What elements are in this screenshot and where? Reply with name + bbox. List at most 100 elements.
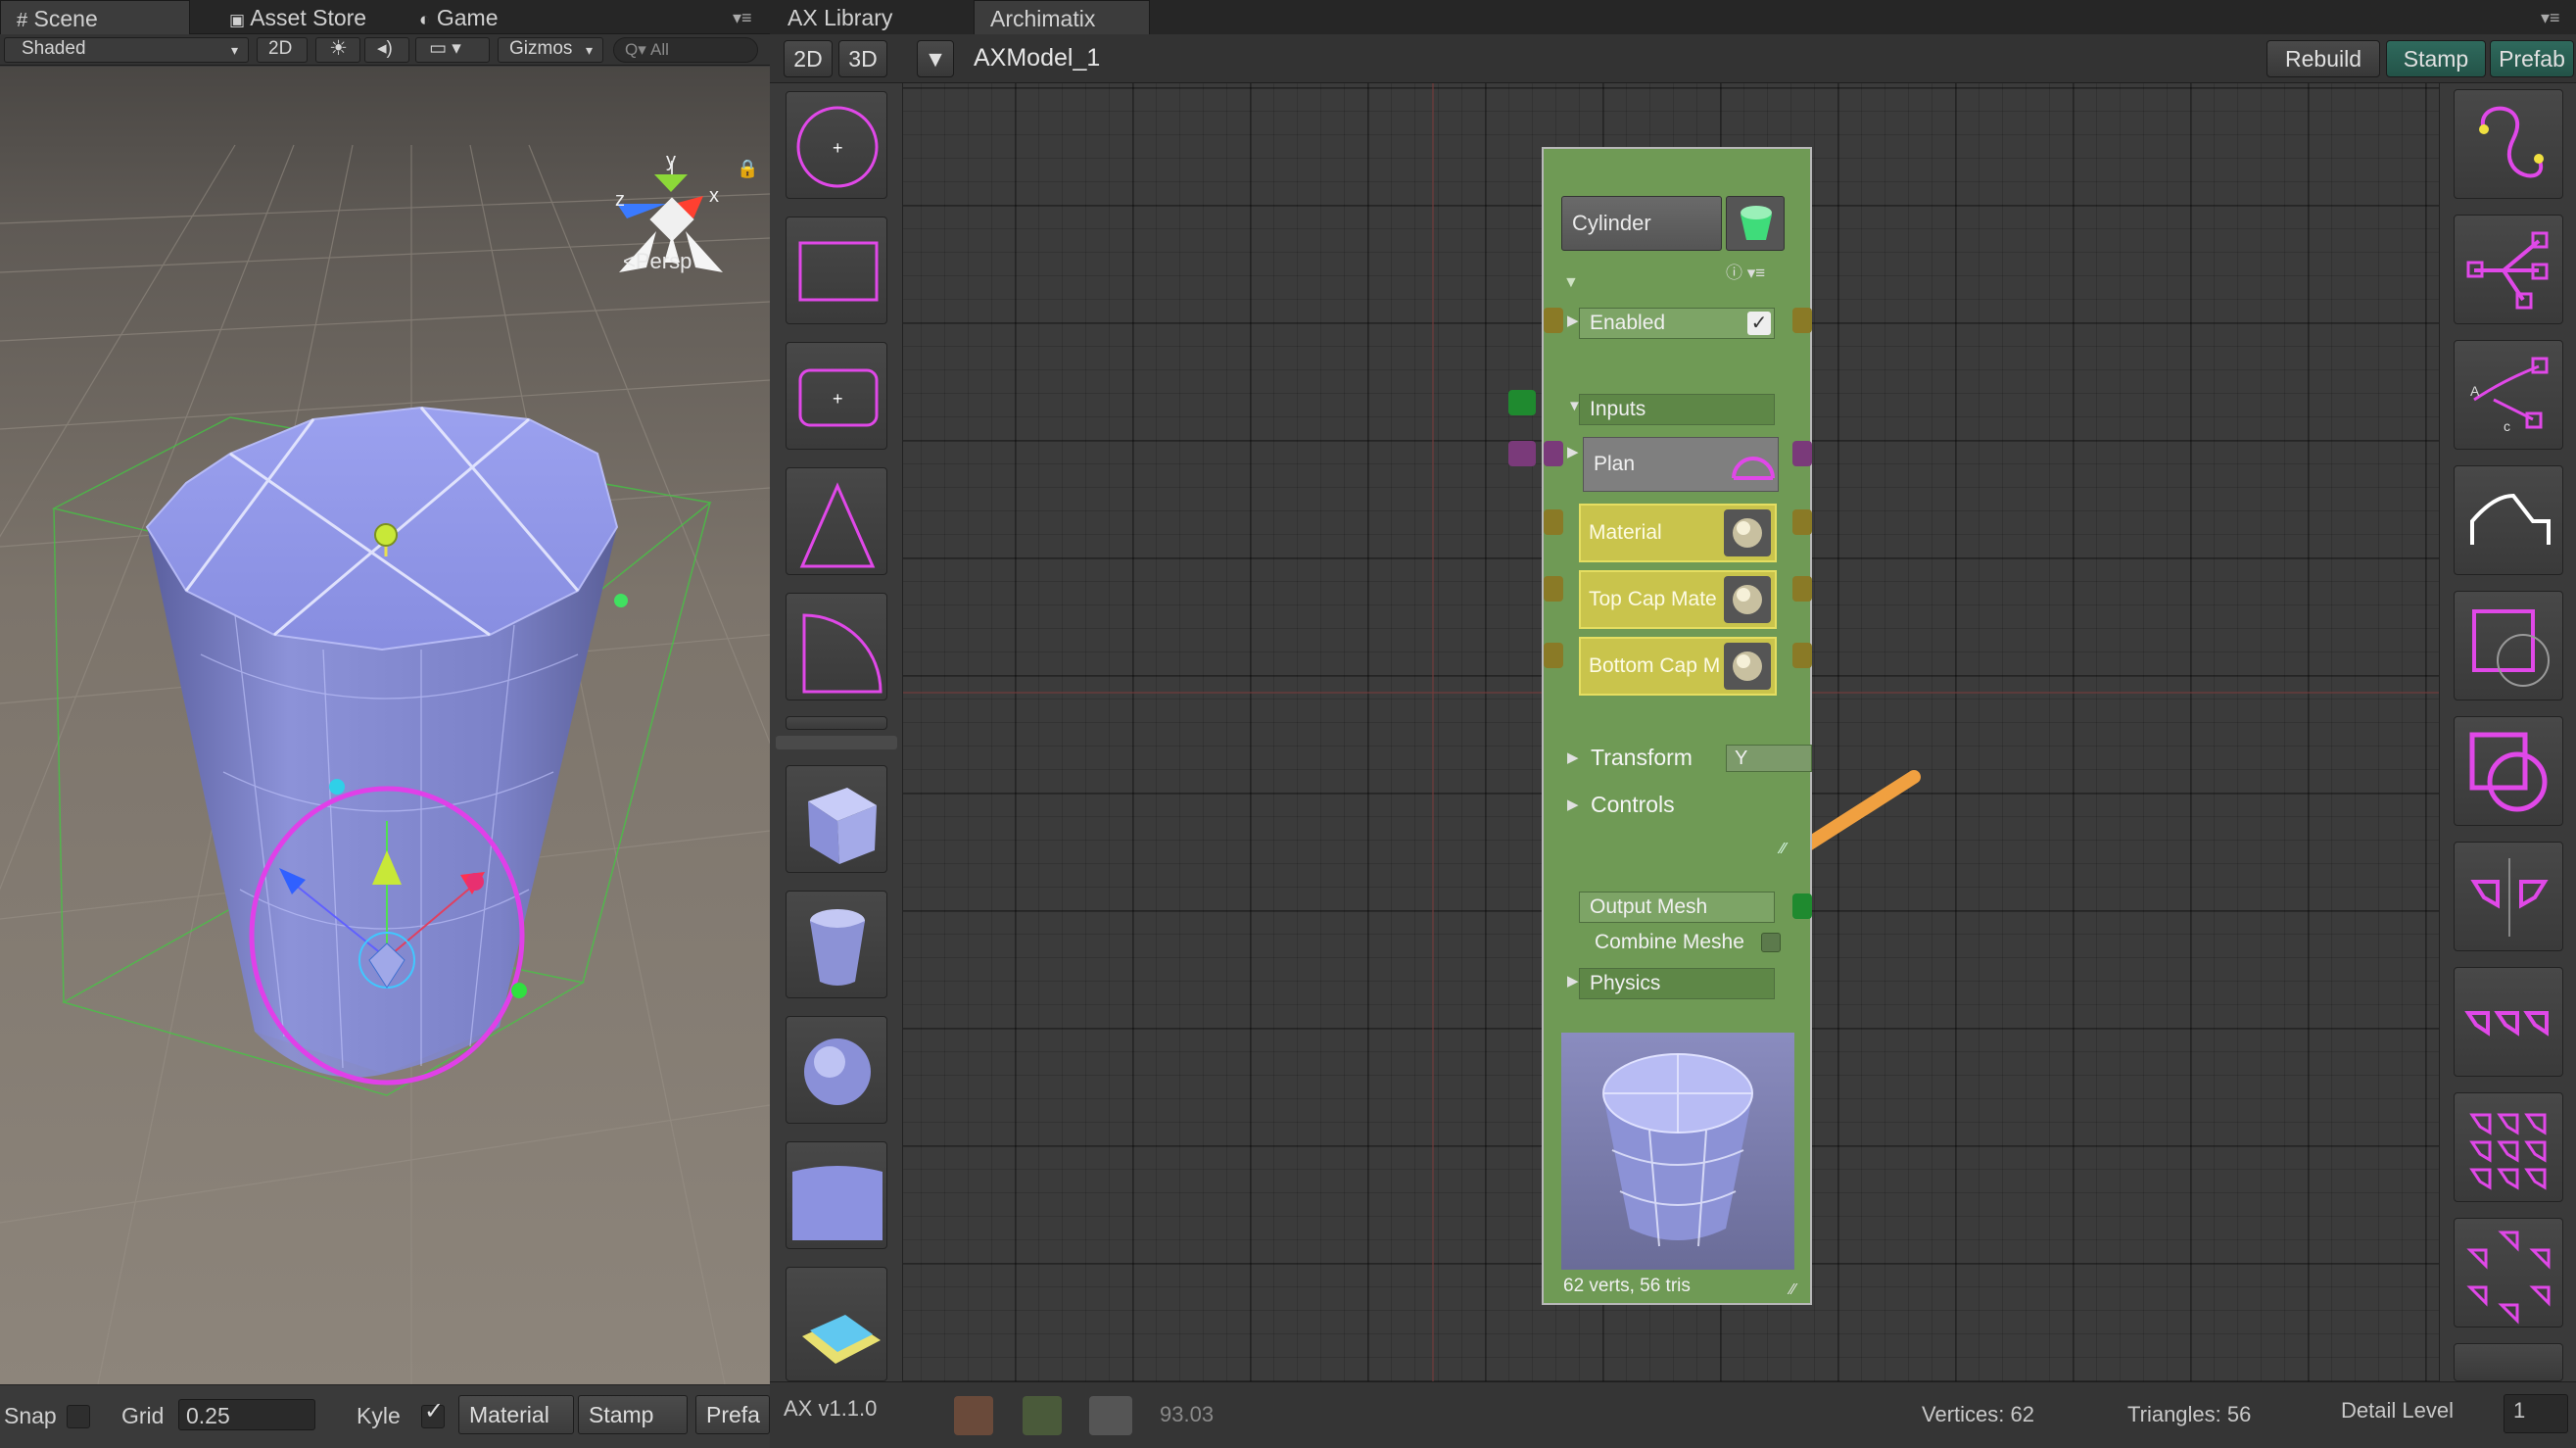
enabled-checkbox[interactable]: ✓ (1747, 312, 1771, 335)
triangle-tool[interactable] (786, 467, 887, 575)
rounded-rectangle-tool[interactable]: + (786, 342, 887, 450)
more-operators-tool[interactable] (2454, 1343, 2563, 1381)
material-input-port[interactable] (1544, 509, 1563, 535)
mesh-preview[interactable] (1561, 1033, 1794, 1270)
tab-ax-library[interactable]: AX Library (772, 0, 958, 34)
radial-repeater-tool[interactable] (2454, 1218, 2563, 1327)
tab-game[interactable]: ◐ Game (404, 0, 541, 34)
bottom-cap-material-row[interactable]: Bottom Cap M (1579, 637, 1777, 696)
branch-tool[interactable] (2454, 215, 2563, 324)
palette-divider[interactable] (776, 736, 897, 749)
output-mesh-port[interactable] (1792, 893, 1812, 919)
material-sphere-icon[interactable] (1724, 643, 1771, 690)
resize-grip-icon[interactable]: ⁄⁄ (1790, 1281, 1795, 1299)
top-cap-material-row[interactable]: Top Cap Mate (1579, 570, 1777, 629)
offset-tool[interactable] (2454, 465, 2563, 575)
transform-axis-dropdown[interactable]: Y (1726, 745, 1812, 772)
panel-menu-icon[interactable]: ▾≡ (733, 8, 752, 28)
mirror-tool[interactable] (2454, 842, 2563, 951)
combine-meshes-checkbox[interactable] (1761, 933, 1781, 952)
material-sphere-icon[interactable] (1724, 576, 1771, 623)
panel-menu-icon[interactable]: ▾≡ (2541, 8, 2560, 28)
shape-merger-tool[interactable] (2454, 716, 2563, 826)
linear-repeater-tool[interactable] (2454, 967, 2563, 1077)
sphere-mesh-tool[interactable] (786, 1016, 887, 1124)
rebuild-button[interactable]: Rebuild (2266, 40, 2380, 77)
svg-text:c: c (2504, 418, 2510, 434)
plane-mesh-tool[interactable] (786, 1141, 887, 1249)
check-icon: ✓ (424, 1398, 445, 1424)
enabled-row[interactable]: Enabled (1579, 308, 1775, 339)
stamp-button[interactable]: Stamp (578, 1395, 688, 1434)
tab-archimatix[interactable]: Archimatix (974, 0, 1150, 34)
extrude-mesh-tool[interactable] (786, 1267, 887, 1381)
material-label: Material (1589, 521, 1662, 544)
expand-triangle-icon[interactable]: ▶ (1567, 443, 1579, 460)
semicircle-shape-icon (1732, 457, 1775, 480)
tab-asset-store[interactable]: ▣ Asset Store (214, 0, 390, 34)
info-icon[interactable]: ⓘ ▾≡ (1726, 259, 1765, 283)
collapse-triangle-icon[interactable]: ▼ (1563, 274, 1579, 292)
circle-shape-icon: + (796, 106, 879, 188)
plan-output-port[interactable] (1792, 441, 1812, 466)
view-3d-button[interactable]: 3D (838, 40, 887, 77)
expand-triangle-icon[interactable]: ▶ (1567, 796, 1579, 813)
chevron-down-icon: ▾ (231, 42, 239, 58)
rectangle-shape-icon (798, 241, 879, 302)
snap-checkbox[interactable] (67, 1405, 90, 1428)
distributor-icon: Ac (2470, 357, 2549, 434)
inputs-section[interactable]: Inputs (1579, 394, 1775, 425)
mesh-icon[interactable] (1023, 1396, 1062, 1435)
material-output-port[interactable] (1792, 509, 1812, 535)
cylinder-mesh-tool[interactable] (786, 891, 887, 998)
layout-icon[interactable] (1089, 1396, 1132, 1435)
radial-repeat-icon (2466, 1231, 2551, 1325)
brick-icon[interactable] (954, 1396, 993, 1435)
plan-input-port[interactable] (1544, 441, 1563, 466)
rectangle-tool[interactable] (786, 217, 887, 324)
top-cap-output-port[interactable] (1792, 576, 1812, 602)
box-mesh-tool[interactable] (786, 765, 887, 873)
expand-triangle-icon[interactable]: ▶ (1567, 972, 1579, 989)
freeform-curve-tool[interactable] (2454, 89, 2563, 199)
prefab-button[interactable]: Prefa (695, 1395, 770, 1434)
expand-triangle-icon[interactable]: ▶ (1567, 748, 1579, 766)
arc-tool[interactable] (786, 593, 887, 700)
lock-icon[interactable]: 🔒 (737, 159, 758, 179)
physics-section[interactable]: Physics (1579, 968, 1775, 999)
controls-section[interactable]: Controls (1591, 792, 1675, 818)
resize-grip-icon[interactable]: ⁄⁄ (1781, 841, 1786, 858)
enabled-output-port[interactable] (1792, 308, 1812, 333)
prefab-button[interactable]: Prefab (2490, 40, 2574, 77)
distributor-tool[interactable]: Ac (2454, 340, 2563, 450)
bottom-cap-input-port[interactable] (1544, 643, 1563, 668)
material-sphere-icon[interactable] (1724, 509, 1771, 556)
scene-viewport[interactable]: y z x 🔒 <Persp (0, 67, 770, 1384)
detail-level-label: Detail Level (2341, 1398, 2454, 1423)
plan-link-port[interactable] (1508, 441, 1536, 466)
enabled-input-port[interactable] (1544, 308, 1563, 333)
bottom-cap-output-port[interactable] (1792, 643, 1812, 668)
grid-repeater-tool[interactable] (2454, 1092, 2563, 1202)
shading-value: Shaded (22, 38, 86, 59)
cylinder-icon (810, 909, 865, 986)
material-button[interactable]: Material (458, 1395, 574, 1434)
palette-more-tools[interactable] (786, 716, 887, 730)
ax-tabbar: AX Library Archimatix ▾≡ (770, 0, 2576, 34)
cylinder-node[interactable]: Cylinder ⓘ ▾≡ ▼ ▶ Enabled ✓ ▼ Inputs ▶ P… (1508, 147, 1812, 1305)
output-mesh-row[interactable]: Output Mesh (1579, 892, 1775, 923)
inputs-add-port[interactable] (1508, 390, 1536, 415)
expand-triangle-icon[interactable]: ▶ (1567, 312, 1579, 329)
transform-section[interactable]: Transform (1591, 745, 1693, 771)
view-2d-button[interactable]: 2D (784, 40, 833, 77)
circle-tool[interactable]: + (786, 91, 887, 199)
tab-scene[interactable]: # Scene (0, 0, 190, 34)
node-thumbnail-button[interactable] (1726, 196, 1785, 251)
node-title[interactable]: Cylinder (1561, 196, 1722, 251)
projection-label[interactable]: <Persp (623, 249, 692, 273)
fillet-tool[interactable] (2454, 591, 2563, 700)
top-cap-input-port[interactable] (1544, 576, 1563, 602)
material-row[interactable]: Material (1579, 504, 1777, 562)
stamp-button[interactable]: Stamp (2386, 40, 2486, 77)
model-menu-button[interactable]: ▼ (917, 40, 954, 77)
